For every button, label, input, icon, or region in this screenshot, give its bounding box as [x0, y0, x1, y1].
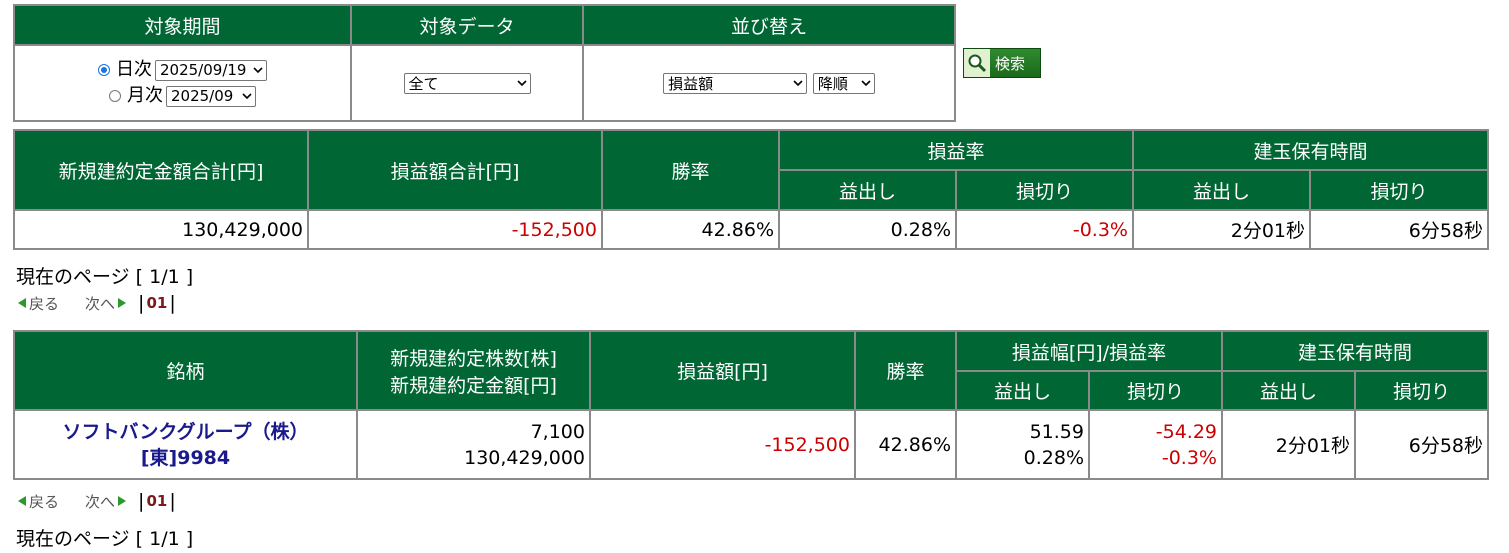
summary-total-pnl: -152,500: [308, 210, 602, 249]
prev-link-bottom[interactable]: 戻る: [29, 491, 59, 512]
search-button[interactable]: 検索: [963, 48, 1041, 78]
shares-cell: 7,100 130,429,000: [357, 410, 590, 479]
stock-code: [東]9984: [140, 446, 231, 469]
stock-cell: ソフトバンクグループ（株） [東]9984: [14, 410, 357, 479]
total-pnl-header: 損益額合計[円]: [308, 130, 602, 210]
chevron-down-icon: [793, 80, 803, 87]
period-header: 対象期間: [14, 5, 351, 45]
stock-header: 銘柄: [14, 331, 357, 410]
summary-time-profit: 2分01秒: [1133, 210, 1310, 249]
next-link[interactable]: 次へ: [85, 293, 115, 314]
pnl-rate-header: 損益率: [779, 130, 1133, 170]
daily-radio[interactable]: [98, 64, 110, 76]
shares-header: 新規建約定株数[株] 新規建約定金額[円]: [357, 331, 590, 410]
monthly-label: 月次: [127, 85, 163, 106]
pnl-value: -152,500: [590, 410, 855, 479]
loss-range-value: -54.29: [1155, 420, 1217, 443]
pager-separator: |: [169, 292, 176, 314]
next-arrow-icon: [118, 298, 127, 308]
profit-range-cell: 51.59 0.28%: [956, 410, 1089, 479]
daily-row: 日次 2025/09/19: [15, 57, 350, 83]
sort-header: 並び替え: [583, 5, 955, 45]
sort-select-value: 損益額: [668, 74, 714, 93]
detail-table: 銘柄 新規建約定株数[株] 新規建約定金額[円] 損益額[円] 勝率 損益幅[円…: [13, 330, 1489, 480]
pager-separator: |: [169, 490, 176, 512]
loss-range-cell: -54.29 -0.3%: [1089, 410, 1222, 479]
summary-total-amount: 130,429,000: [14, 210, 308, 249]
profit-range-value: 51.59: [1029, 420, 1084, 443]
range-loss-header: 損切り: [1089, 371, 1222, 410]
detail-time-profit-header: 益出し: [1222, 371, 1355, 410]
pager-separator: |: [138, 490, 145, 512]
page-link-01-bottom[interactable]: 01: [146, 492, 167, 510]
detail-holding-time-header: 建玉保有時間: [1222, 331, 1488, 371]
pnl-header: 損益額[円]: [590, 331, 855, 410]
period-cell: 日次 2025/09/19 月次 2025/09: [14, 45, 351, 121]
next-arrow-icon: [118, 496, 127, 506]
summary-table: 新規建約定金額合計[円] 損益額合計[円] 勝率 損益率 建玉保有時間 益出し …: [13, 129, 1489, 250]
search-form: 対象期間 対象データ 並び替え 日次 2025/09/19 月次 2025/09: [13, 4, 956, 122]
win-rate-header: 勝率: [602, 130, 779, 210]
next-link-bottom[interactable]: 次へ: [85, 491, 115, 512]
monthly-radio[interactable]: [109, 90, 121, 102]
summary-rate-profit: 0.28%: [779, 210, 956, 249]
daily-label: 日次: [116, 59, 152, 80]
monthly-date-value: 2025/09: [171, 87, 234, 105]
prev-link[interactable]: 戻る: [29, 293, 59, 314]
data-select[interactable]: 全て: [403, 72, 531, 94]
chevron-down-icon: [861, 80, 871, 87]
profit-rate-value: 0.28%: [1023, 446, 1084, 469]
monthly-date-select[interactable]: 2025/09: [166, 85, 256, 107]
current-page-text-bottom: 現在のページ [ 1/1 ]: [16, 528, 194, 550]
rate-loss-header: 損切り: [956, 170, 1133, 210]
summary-rate-loss: -0.3%: [956, 210, 1133, 249]
order-select[interactable]: 降順: [812, 72, 875, 94]
daily-date-select[interactable]: 2025/09/19: [155, 59, 267, 81]
time-profit-header: 益出し: [1133, 170, 1310, 210]
holding-time-header: 建玉保有時間: [1133, 130, 1488, 170]
daily-date-value: 2025/09/19: [160, 61, 247, 79]
pager-top: 戻る 次へ | 01 |: [18, 292, 178, 314]
summary-win-rate: 42.86%: [602, 210, 779, 249]
pager-separator: |: [138, 292, 145, 314]
chevron-down-icon: [516, 80, 527, 87]
total-amount-header: 新規建約定金額合計[円]: [14, 130, 308, 210]
time-loss-header: 損切り: [1310, 170, 1488, 210]
chevron-down-icon: [253, 67, 263, 74]
data-header: 対象データ: [351, 5, 583, 45]
detail-win-rate-value: 42.86%: [855, 410, 956, 479]
range-profit-header: 益出し: [956, 371, 1089, 410]
magnifier-icon: [964, 49, 990, 77]
shares-header-line2: 新規建約定金額[円]: [390, 374, 557, 397]
prev-arrow-icon: [18, 496, 26, 506]
detail-time-loss-value: 6分58秒: [1355, 410, 1488, 479]
loss-rate-value: -0.3%: [1161, 446, 1217, 469]
sort-cell: 損益額 降順: [583, 45, 955, 121]
rate-profit-header: 益出し: [779, 170, 956, 210]
search-button-label: 検索: [995, 54, 1026, 73]
sort-select[interactable]: 損益額: [663, 72, 808, 94]
stock-name-link[interactable]: ソフトバンクグループ（株）: [15, 419, 356, 445]
range-rate-header: 損益幅[円]/損益率: [956, 331, 1222, 371]
current-page-text: 現在のページ [ 1/1 ]: [16, 266, 194, 288]
prev-arrow-icon: [18, 298, 26, 308]
pager-bottom: 戻る 次へ | 01 |: [18, 490, 178, 512]
detail-time-loss-header: 損切り: [1355, 371, 1488, 410]
data-select-value: 全て: [408, 74, 439, 93]
amount-value: 130,429,000: [464, 446, 585, 469]
summary-time-loss: 6分58秒: [1310, 210, 1488, 249]
order-select-value: 降順: [817, 74, 848, 93]
detail-time-profit-value: 2分01秒: [1222, 410, 1355, 479]
page-link-01[interactable]: 01: [146, 294, 167, 312]
shares-header-line1: 新規建約定株数[株]: [390, 347, 557, 370]
detail-win-rate-header: 勝率: [855, 331, 956, 410]
shares-value: 7,100: [530, 420, 585, 443]
chevron-down-icon: [242, 93, 252, 100]
data-cell: 全て: [351, 45, 583, 121]
monthly-row: 月次 2025/09: [15, 83, 350, 109]
table-row: ソフトバンクグループ（株） [東]9984 7,100 130,429,000 …: [14, 410, 1488, 479]
